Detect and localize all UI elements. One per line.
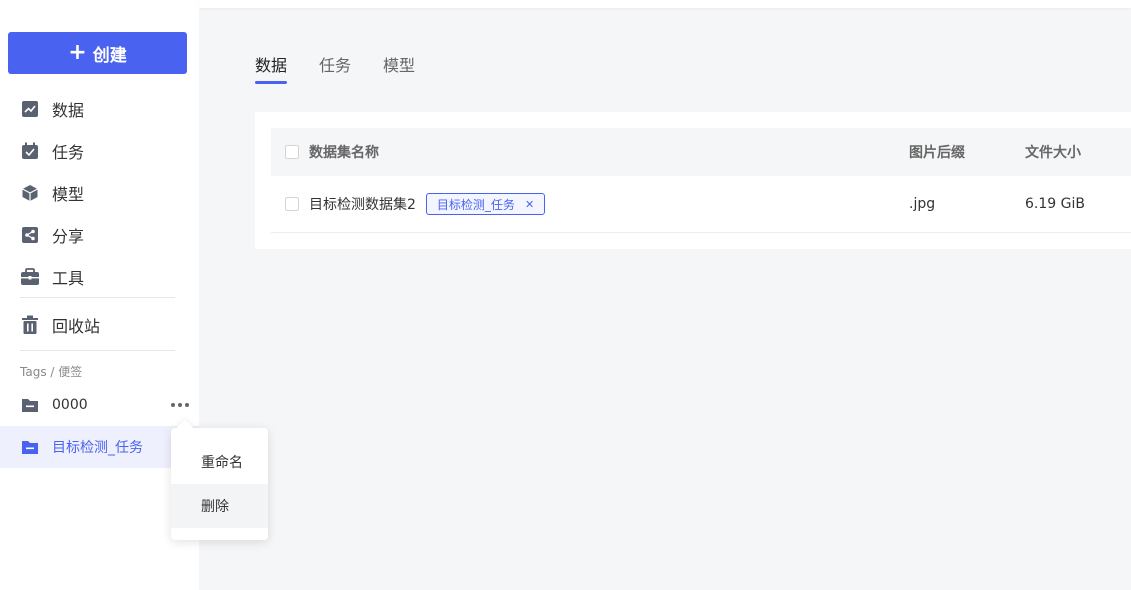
trash-icon: [20, 315, 40, 335]
toolbox-icon: [20, 267, 40, 287]
table-row[interactable]: 目标检测数据集2 目标检测_任务 ✕ .jpg 6.19 GiB: [271, 176, 1131, 233]
sidebar-item-label: 工具: [52, 269, 85, 288]
more-options-icon[interactable]: [171, 384, 189, 426]
image-ext-cell: .jpg: [909, 196, 936, 212]
sidebar-item-model[interactable]: 模型: [0, 172, 199, 214]
top-bar: [199, 0, 1131, 8]
tag-item-target-detection[interactable]: 目标检测_任务: [0, 426, 199, 468]
sidebar: + 创建 数据 任务 模型 分享 工具 回收站 Tags / 便签 0000 目…: [0, 0, 199, 590]
dataset-name-cell: 目标检测数据集2 目标检测_任务 ✕: [309, 193, 546, 215]
sidebar-item-task[interactable]: 任务: [0, 130, 199, 172]
file-size-cell: 6.19 GiB: [1025, 196, 1085, 212]
header-file-size: 文件大小: [1025, 145, 1081, 161]
share-icon: [20, 225, 40, 245]
create-button-label: 创建: [92, 45, 127, 66]
select-all-checkbox[interactable]: [285, 145, 299, 159]
dataset-tag-label: 目标检测_任务: [436, 197, 515, 212]
sidebar-item-label: 分享: [52, 227, 85, 246]
sidebar-item-label: 数据: [52, 101, 85, 120]
context-menu: 重命名 删除: [171, 419, 268, 540]
folder-icon: [20, 437, 40, 457]
sidebar-divider: [20, 350, 175, 351]
cube-icon: [20, 183, 40, 203]
dataset-table-panel: 数据集名称 图片后缀 文件大小 目标检测数据集2 目标检测_任务 ✕ .jpg …: [255, 112, 1131, 249]
sidebar-item-label: 任务: [52, 143, 85, 162]
tab-model[interactable]: 模型: [383, 52, 415, 82]
sidebar-item-label: 回收站: [52, 317, 101, 336]
tab-data[interactable]: 数据: [255, 52, 288, 84]
sidebar-item-label: 模型: [52, 185, 85, 204]
row-checkbox[interactable]: [285, 197, 299, 211]
sidebar-divider: [20, 297, 175, 298]
sidebar-item-trash[interactable]: 回收站: [0, 304, 199, 346]
tab-task[interactable]: 任务: [319, 52, 351, 82]
tag-item-label: 目标检测_任务: [52, 440, 143, 456]
sidebar-item-tools[interactable]: 工具: [0, 256, 199, 298]
table-header: 数据集名称 图片后缀 文件大小: [271, 128, 1131, 176]
main-tabs: 数据 任务 模型: [255, 52, 415, 84]
plus-icon: +: [68, 40, 87, 65]
delete-menu-item[interactable]: 删除: [171, 484, 268, 528]
create-button[interactable]: + 创建: [8, 32, 187, 74]
tags-section-title: Tags / 便签: [20, 365, 83, 379]
remove-tag-icon[interactable]: ✕: [525, 198, 534, 211]
tag-item-0000[interactable]: 0000: [0, 384, 199, 426]
dataset-tag-badge: 目标检测_任务 ✕: [425, 193, 546, 215]
dataset-name[interactable]: 目标检测数据集2: [309, 194, 416, 214]
header-dataset-name: 数据集名称: [309, 145, 379, 161]
header-image-ext: 图片后缀: [909, 145, 965, 161]
sidebar-item-share[interactable]: 分享: [0, 214, 199, 256]
task-icon: [20, 141, 40, 161]
sidebar-item-data[interactable]: 数据: [0, 88, 199, 130]
chart-icon: [20, 99, 40, 119]
rename-menu-item[interactable]: 重命名: [171, 440, 268, 484]
folder-icon: [20, 395, 40, 415]
tag-item-label: 0000: [52, 397, 88, 413]
